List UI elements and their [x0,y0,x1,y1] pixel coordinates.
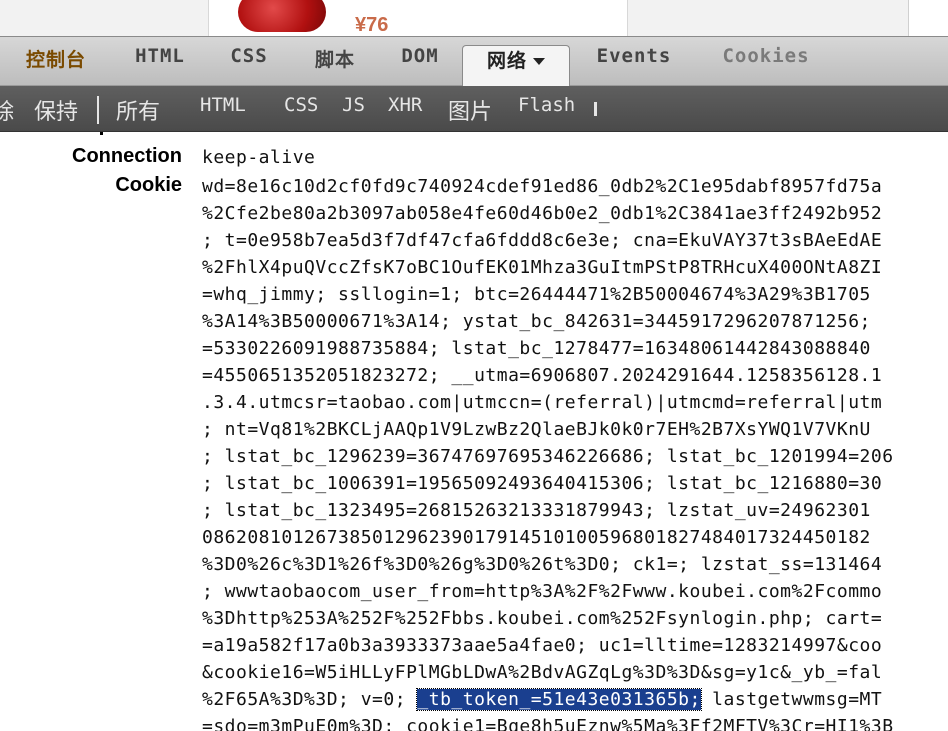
filter-css-button[interactable]: CSS [284,94,318,124]
cookie-line: 0862081012673850129623901791451010059680… [202,527,871,548]
header-value-connection: keep-alive [202,147,316,168]
tab-net-label: 网络 [486,50,527,72]
filter-images-button[interactable]: 图片 [448,94,492,125]
page-preview-frame-right [908,0,948,36]
tab-cookies[interactable]: Cookies [706,45,826,85]
cookie-line-text: lastgetwwmsg=MT [700,689,883,710]
clear-button[interactable]: 除 [0,94,14,125]
cookie-line: .3.4.utmcsr=taobao.com|utmccn=(referral)… [202,392,883,413]
cookie-line: ; wwwtaobaocom_user_from=http%3A%2F%2Fww… [202,581,883,602]
panel-tab-bar: 控制台 HTML CSS 脚本 DOM 网络 Events Cookies [0,36,948,86]
cookie-line: =5330226091988735884; lstat_bc_1278477=1… [202,338,871,359]
tab-console[interactable]: 控制台 [10,45,102,85]
cookie-line: %2Cfe2be80a2b3097ab058e4fe60d46b0e2_0db1… [202,203,883,224]
cookie-line: &cookie16=W5iHLLyFPlMGbLDwA%2BdvAGZqLg%3… [202,662,883,683]
cookie-line: %3A14%3B50000671%3A14; ystat_bc_842631=3… [202,311,871,332]
tab-html[interactable]: HTML [122,45,198,85]
filter-all-button[interactable]: 所有 [116,94,160,125]
cookie-line: ; lstat_bc_1323495=26815263213331879943;… [202,500,871,521]
cookie-line: ; lstat_bc_1006391=19565092493640415306;… [202,473,883,494]
cookie-line-text: %2F65A%3D%3D; v=0; [202,689,418,710]
cookie-line: %3D0%26c%3D1%26f%3D0%26g%3D0%26t%3D0; ck… [202,554,883,575]
cookie-line: =whq_jimmy; ssllogin=1; btc=26444471%2B5… [202,284,871,305]
cookie-line: ; nt=Vq81%2BKCLjAAQp1V9LzwBz2QlaeBJk0k0r… [202,419,871,440]
cookie-line: ; lstat_bc_1296239=36747697695346226686;… [202,446,894,467]
tab-net[interactable]: 网络 [462,45,570,86]
cookie-line: ; t=0e958b7ea5d3f7df47cfa6fddd8c6e3e; cn… [202,230,883,251]
cookie-line: =sdo=m3mPuE0m%3D; cookie1=Bqe8h5uEznw%5M… [202,716,894,731]
filter-xhr-button[interactable]: XHR [388,94,422,124]
cookie-line: %2F65A%3D%3D; v=0; _tb_token_=51e43e0313… [202,688,883,711]
filter-js-button[interactable]: JS [342,94,365,124]
tab-events[interactable]: Events [584,45,684,85]
cookie-line: =4550651352051823272; __utma=6906807.202… [202,365,883,386]
cookie-line: %2FhlX4puQVccZfsK7oBC1OufEK01Mhza3GuItmP… [202,257,883,278]
tab-css[interactable]: CSS [218,45,280,85]
tab-dom[interactable]: DOM [388,45,452,85]
chevron-down-icon[interactable] [533,58,545,65]
persist-button[interactable]: 保持 [34,94,78,125]
filter-html-button[interactable]: HTML [200,94,246,124]
cookie-line: %3Dhttp%253A%252F%252Fbbs.koubei.com%252… [202,608,883,629]
cookie-line: wd=8e16c10d2cf0fd9c740924cdef91ed86_0db2… [202,176,883,197]
header-name-cookie: Cookie [115,174,182,196]
product-thumbnail [238,0,326,32]
header-name-connection: Connection [72,145,182,167]
toolbar-separator [594,102,597,116]
net-filter-toolbar: 除 保持 所有 HTML CSS JS XHR 图片 Flash [0,86,948,132]
tab-script[interactable]: 脚本 [300,45,370,85]
divider-dot [100,132,103,135]
selected-token-text[interactable]: _tb_token_=51e43e031365b; [416,688,702,711]
product-price: ¥76 [355,14,389,36]
cookie-line: =a19a582f17a0b3a3933373aae5a4fae0; uc1=l… [202,635,883,656]
toolbar-separator [97,96,99,124]
page-preview-strip: ¥76 [0,0,948,36]
request-headers-panel: Connection keep-alive Cookie wd=8e16c10d… [0,132,948,731]
filter-flash-button[interactable]: Flash [518,94,575,124]
